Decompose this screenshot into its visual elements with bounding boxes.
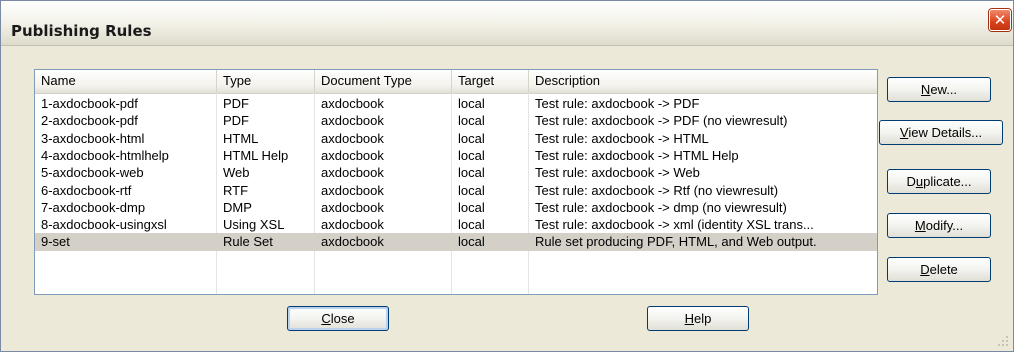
duplicate-button[interactable]: Duplicate...: [887, 169, 991, 194]
table-row[interactable]: 1-axdocbook-pdf PDF axdocbook local Test rul…: [35, 95, 877, 112]
cell-type: HTML: [223, 130, 259, 146]
cell-type: Rule Set: [223, 234, 273, 250]
table-row[interactable]: 4-axdocbook-htmlhelp HTML Help axdocbook lo…: [35, 147, 877, 164]
cell-name: 2-axdocbook-pdf: [41, 113, 138, 129]
modify-label: odify...: [925, 218, 964, 233]
cell-name: 6-axdocbook-rtf: [41, 182, 132, 198]
resize-grip-icon[interactable]: [997, 335, 1009, 347]
cell-document-type: axdocbook: [321, 182, 384, 198]
help-button[interactable]: Help: [647, 306, 749, 331]
table-row[interactable]: 5-axdocbook-web Web axdocbook local Test rul…: [35, 164, 877, 181]
cell-target: local: [458, 199, 485, 215]
new-button[interactable]: New...: [887, 77, 991, 102]
duplicate-label-prefix: D: [906, 174, 916, 189]
cell-target: local: [458, 217, 485, 233]
cell-description: Test rule: axdocbook -> Rtf (no viewresu…: [535, 182, 779, 198]
cell-target: local: [458, 96, 485, 111]
cell-description: Test rule: axdocbook -> xml (identity XS…: [535, 217, 814, 233]
column-header-document-type[interactable]: Document Type: [315, 70, 452, 93]
cell-type: RTF: [223, 182, 249, 198]
cell-type: PDF: [223, 96, 249, 111]
cell-name: 1-axdocbook-pdf: [41, 96, 138, 111]
help-mnemonic: H: [684, 311, 695, 326]
close-icon: ✕: [993, 11, 1007, 29]
cell-name: 5-axdocbook-web: [41, 165, 144, 181]
cell-type: DMP: [223, 199, 252, 215]
cell-type: PDF: [223, 113, 249, 129]
cell-type: Web: [223, 165, 250, 181]
cell-document-type: axdocbook: [321, 113, 384, 129]
cell-type: HTML Help: [223, 147, 289, 163]
delete-mnemonic: D: [920, 262, 930, 277]
cell-document-type: axdocbook: [321, 217, 384, 233]
dialog-title: Publishing Rules: [11, 22, 152, 40]
cell-document-type: axdocbook: [321, 165, 384, 181]
cell-name: 3-axdocbook-html: [41, 130, 145, 146]
column-header-type[interactable]: Type: [217, 70, 315, 93]
cell-name: 7-axdocbook-dmp: [41, 199, 146, 215]
close-label: lose: [330, 311, 355, 326]
cell-target: local: [458, 234, 485, 250]
cell-name: 4-axdocbook-htmlhelp: [41, 147, 169, 163]
list-header: Name Type Document Type Target Description: [35, 70, 877, 94]
table-row[interactable]: 9-set Rule Set axdocbook local Rule set prod…: [35, 233, 877, 251]
cell-target: local: [458, 130, 485, 146]
cell-document-type: axdocbook: [321, 234, 384, 250]
cell-target: local: [458, 113, 485, 129]
cell-document-type: axdocbook: [321, 130, 384, 146]
cell-target: local: [458, 182, 485, 198]
table-row[interactable]: 7-axdocbook-dmp DMP axdocbook local Test rul…: [35, 199, 877, 216]
close-button[interactable]: Close: [287, 306, 389, 331]
table-row[interactable]: 2-axdocbook-pdf PDF axdocbook local Test rul…: [35, 112, 877, 129]
table-row[interactable]: 8-axdocbook-usingxsl Using XSL axdocbook lo…: [35, 216, 877, 233]
rules-list[interactable]: Name Type Document Type Target Description 1…: [34, 69, 878, 295]
delete-label: elete: [929, 262, 958, 277]
modify-button[interactable]: Modify...: [887, 213, 991, 238]
cell-type: Using XSL: [223, 217, 285, 233]
help-label: elp: [694, 311, 712, 326]
close-window-button[interactable]: ✕: [989, 9, 1011, 31]
cell-description: Test rule: axdocbook -> Web: [535, 165, 700, 181]
column-header-target[interactable]: Target: [452, 70, 529, 93]
cell-description: Test rule: axdocbook -> dmp (no viewresu…: [535, 199, 787, 215]
modify-mnemonic: M: [914, 218, 926, 233]
cell-document-type: axdocbook: [321, 199, 384, 215]
cell-description: Test rule: axdocbook -> HTML Help: [535, 147, 739, 163]
table-row[interactable]: 6-axdocbook-rtf RTF axdocbook local Test rul…: [35, 182, 877, 199]
publishing-rules-dialog: Publishing Rules ✕ Name Type Document Type…: [0, 0, 1014, 352]
cell-document-type: axdocbook: [321, 96, 384, 111]
view-details-button[interactable]: View Details...: [879, 120, 1003, 145]
delete-button[interactable]: Delete: [887, 257, 991, 282]
column-header-description[interactable]: Description: [529, 70, 877, 93]
cell-description: Rule set producing PDF, HTML, and Web ou…: [535, 234, 817, 250]
cell-target: local: [458, 165, 485, 181]
duplicate-label: plicate...: [923, 174, 972, 189]
cell-target: local: [458, 147, 485, 163]
duplicate-mnemonic: u: [915, 174, 924, 189]
view-details-label: iew Details...: [908, 125, 983, 140]
new-mnemonic: N: [920, 82, 931, 97]
cell-document-type: axdocbook: [321, 147, 384, 163]
cell-description: Test rule: axdocbook -> HTML: [535, 130, 709, 146]
cell-description: Test rule: axdocbook -> PDF (no viewresu…: [535, 113, 788, 129]
table-row[interactable]: 3-axdocbook-html HTML axdocbook local Test r…: [35, 130, 877, 147]
close-mnemonic: C: [321, 311, 331, 326]
new-label: ew...: [930, 82, 958, 97]
cell-name: 8-axdocbook-usingxsl: [41, 217, 167, 233]
title-bar[interactable]: Publishing Rules ✕: [1, 1, 1013, 46]
cell-description: Test rule: axdocbook -> PDF: [535, 96, 700, 111]
cell-name: 9-set: [41, 234, 70, 250]
column-header-name[interactable]: Name: [35, 70, 217, 93]
